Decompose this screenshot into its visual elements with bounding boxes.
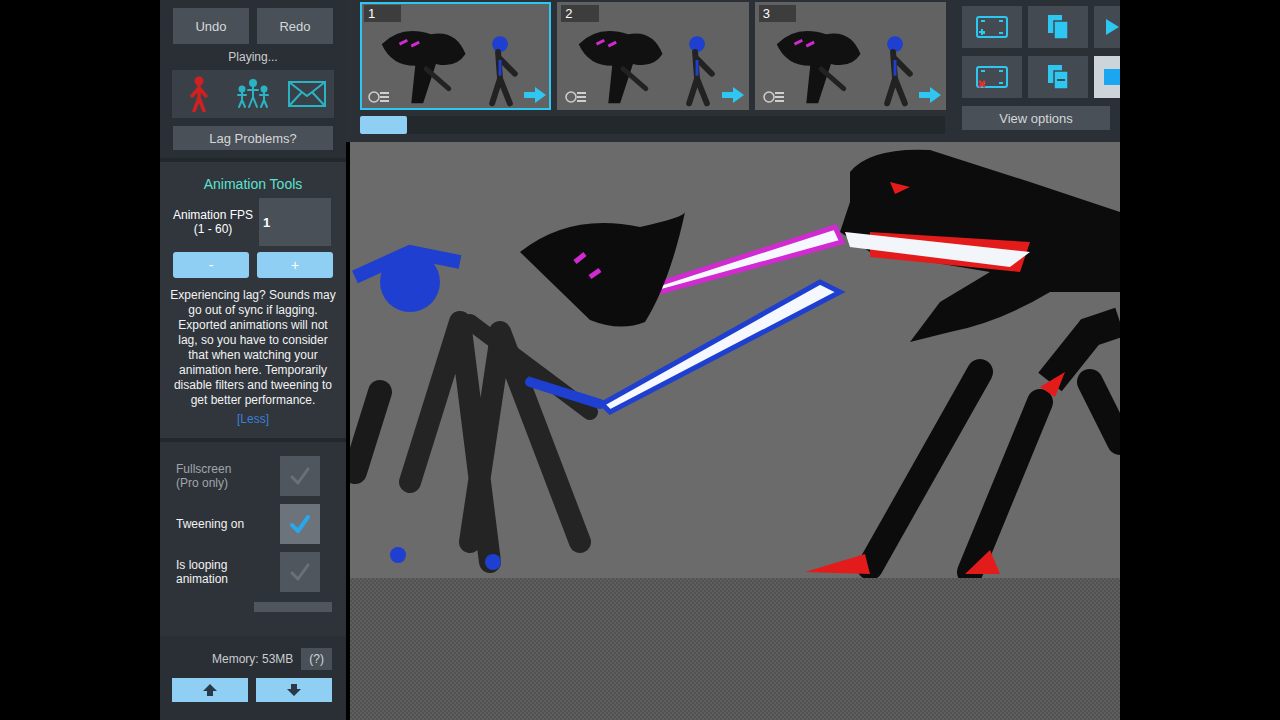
fps-input[interactable]: 1 <box>259 198 331 246</box>
less-link[interactable]: [Less] <box>237 412 269 426</box>
option-label: Is looping animation <box>172 558 276 586</box>
check-ghost-icon <box>287 463 313 489</box>
control-button[interactable] <box>1028 6 1088 48</box>
layers-icon <box>763 90 785 104</box>
fps-label: Animation FPS(1 - 60) <box>171 208 255 236</box>
stop-icon <box>1103 68 1121 86</box>
control-button[interactable] <box>962 6 1022 48</box>
check-ghost-icon <box>287 559 313 585</box>
letterbox-right <box>1120 0 1280 720</box>
scroll-down-button[interactable] <box>256 678 332 702</box>
arrow-up-icon <box>202 683 218 697</box>
frames-bar: 1 2 3 View options <box>346 0 1120 142</box>
lag-help-text: Experiencing lag? Sounds may go out of s… <box>167 288 339 408</box>
layers-icon <box>368 90 390 104</box>
canvas-floor <box>350 578 1120 720</box>
main-area: 1 2 3 View options <box>346 0 1120 720</box>
memory-help-button[interactable]: (?) <box>301 648 332 670</box>
frame-number: 2 <box>561 5 598 22</box>
frame-thumbnail[interactable]: 3 <box>755 2 946 110</box>
stickfigure-icon <box>189 76 209 112</box>
play-icon <box>1103 17 1121 37</box>
fps-minus-button[interactable]: - <box>173 252 249 278</box>
status-text: Playing... <box>228 48 277 66</box>
copy-icon <box>1046 13 1070 41</box>
option-row: Fullscreen(Pro only) <box>172 456 334 496</box>
next-arrow-icon <box>721 86 745 104</box>
frame-number: 1 <box>364 5 401 22</box>
view-options-button[interactable]: View options <box>962 106 1110 130</box>
undo-button[interactable]: Undo <box>173 8 249 44</box>
footer: Memory: 53MB (?) <box>160 636 346 720</box>
control-button[interactable] <box>1028 56 1088 98</box>
app: UndoRedo Playing... Lag Problems? Animation… <box>160 0 1120 720</box>
group-mode[interactable] <box>226 70 280 118</box>
next-arrow-icon <box>523 86 547 104</box>
scene-drawing <box>350 142 1120 578</box>
add-frame-icon <box>975 14 1009 40</box>
option-label: Fullscreen(Pro only) <box>172 462 276 490</box>
group-icon <box>235 79 271 109</box>
fps-plus-button[interactable]: + <box>257 252 333 278</box>
memory-text: Memory: 53MB <box>212 652 293 666</box>
frame-number: 3 <box>759 5 796 22</box>
frame-thumbnail[interactable]: 1 <box>360 2 551 110</box>
option-checkbox[interactable] <box>280 504 320 544</box>
scene-mode[interactable] <box>280 70 334 118</box>
lag-problems-button[interactable]: Lag Problems? <box>173 126 333 150</box>
hidden-option <box>254 602 332 612</box>
history-block: UndoRedo Playing... Lag Problems? <box>160 0 346 158</box>
redo-button[interactable]: Redo <box>257 8 333 44</box>
next-arrow-icon <box>918 86 942 104</box>
options: Fullscreen(Pro only) Tweening on Is loopin… <box>160 438 346 636</box>
figure-mode[interactable] <box>172 70 226 118</box>
envelope-icon <box>288 81 326 107</box>
option-checkbox[interactable] <box>280 552 320 592</box>
animation-canvas[interactable] <box>350 142 1120 578</box>
option-checkbox[interactable] <box>280 456 320 496</box>
timeline-bar[interactable] <box>360 116 945 134</box>
frames-list: 1 2 3 <box>360 2 946 110</box>
option-row: Is looping animation <box>172 552 334 592</box>
letterbox-left <box>0 0 160 720</box>
sidebar: UndoRedo Playing... Lag Problems? Animation… <box>160 0 346 720</box>
check-icon <box>287 511 313 537</box>
frame-thumbnail[interactable]: 2 <box>557 2 748 110</box>
option-row: Tweening on <box>172 504 334 544</box>
control-button[interactable] <box>962 56 1022 98</box>
delete-frame-icon <box>975 64 1009 90</box>
arrow-down-icon <box>286 683 302 697</box>
paste-icon <box>1046 63 1070 91</box>
frame-controls <box>962 6 1130 98</box>
animation-tools: Animation Tools Animation FPS(1 - 60)1-+ E… <box>160 158 346 438</box>
option-label: Tweening on <box>172 517 276 531</box>
mode-row <box>172 70 334 118</box>
timeline-fill <box>360 116 407 134</box>
section-title: Animation Tools <box>204 176 303 192</box>
screen: UndoRedo Playing... Lag Problems? Animation… <box>0 0 1280 720</box>
layers-icon <box>565 90 587 104</box>
scroll-up-button[interactable] <box>172 678 248 702</box>
